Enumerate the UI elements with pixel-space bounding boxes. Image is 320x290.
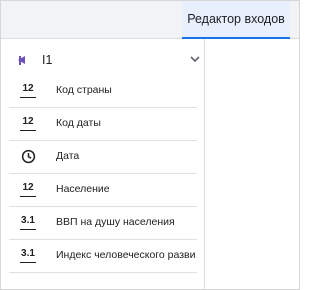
top-bar: Редактор входов bbox=[1, 1, 299, 39]
field-item[interactable]: 3.1 ВВП на душу населения bbox=[9, 207, 197, 240]
editor-canvas bbox=[205, 39, 299, 289]
integer-type-icon: 12 bbox=[20, 83, 36, 98]
field-label: ВВП на душу населения bbox=[56, 216, 175, 228]
decimal-type-icon: 3.1 bbox=[20, 248, 36, 263]
field-label: Индекс человеческого разви… bbox=[56, 249, 197, 261]
field-item[interactable]: 3.1 Индекс человеческого разви… bbox=[9, 240, 197, 273]
field-item[interactable]: 12 Код страны bbox=[9, 75, 197, 108]
field-label: Код страны bbox=[56, 84, 112, 96]
decimal-type-icon: 3.1 bbox=[20, 215, 36, 230]
group-header: I1 bbox=[1, 49, 204, 73]
tab-input-editor[interactable]: Редактор входов bbox=[182, 1, 290, 39]
inputs-panel: I1 12 Код страны 12 Код даты Дата 12 Нас… bbox=[1, 39, 205, 289]
field-list: 12 Код страны 12 Код даты Дата 12 Населе… bbox=[1, 75, 204, 273]
window: Редактор входов I1 12 Код страны 12 Код … bbox=[0, 0, 300, 290]
field-item[interactable]: Дата bbox=[9, 141, 197, 174]
integer-type-icon: 12 bbox=[20, 182, 36, 197]
field-item[interactable]: 12 Код даты bbox=[9, 108, 197, 141]
integer-type-icon: 12 bbox=[20, 116, 36, 131]
chevron-down-icon[interactable] bbox=[189, 53, 201, 65]
collapse-left-icon[interactable] bbox=[18, 55, 25, 65]
clock-icon bbox=[20, 149, 36, 164]
field-label: Код даты bbox=[56, 117, 101, 129]
group-title: I1 bbox=[42, 53, 53, 67]
field-label: Население bbox=[56, 183, 110, 195]
field-item[interactable]: 12 Население bbox=[9, 174, 197, 207]
field-label: Дата bbox=[56, 150, 80, 162]
